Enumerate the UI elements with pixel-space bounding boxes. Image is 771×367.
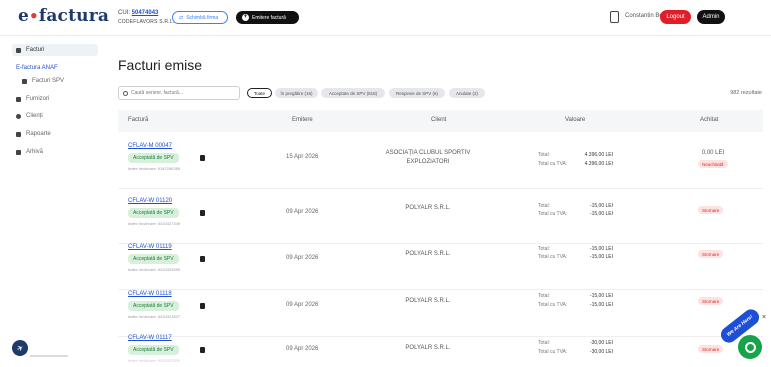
total-vat-value: -15,00 LEI bbox=[589, 254, 613, 260]
column-value[interactable]: Valoare bbox=[565, 117, 585, 123]
chat-button[interactable] bbox=[738, 335, 762, 359]
filter-rejected[interactable]: Respinse de SPV (6) bbox=[389, 88, 445, 98]
company-info: CUI: 50474043 CODEFLAVORS S.R.L. bbox=[118, 10, 175, 25]
table-row[interactable]: CFLAV-M 00047 Acceptată de SPV Index înc… bbox=[118, 134, 763, 189]
status-badge: Acceptată de SPV bbox=[128, 254, 179, 264]
upload-index: Index încărcare: 6347196389 bbox=[128, 166, 181, 171]
scroll-fade bbox=[118, 354, 763, 367]
status-badge: Acceptată de SPV bbox=[128, 208, 179, 218]
download-icon[interactable] bbox=[200, 210, 205, 216]
total-label: Total: bbox=[538, 203, 550, 209]
total-value: 4.396,00 LEI bbox=[584, 152, 613, 158]
sidebar-item-facturi-spv[interactable]: Facturi SPV bbox=[18, 75, 98, 87]
company-name: CODEFLAVORS S.R.L. bbox=[118, 19, 175, 25]
swap-icon: ⇄ bbox=[179, 14, 184, 21]
client-name: POLYALR S.R.L. bbox=[405, 251, 451, 257]
search-input[interactable]: Caută serienr, factură... bbox=[118, 86, 240, 100]
cui-link[interactable]: 50474043 bbox=[132, 10, 159, 16]
paid-status-badge: Neachitată bbox=[698, 160, 728, 168]
total-vat-value: -15,00 LEI bbox=[589, 211, 613, 217]
column-paid[interactable]: Achitat bbox=[700, 117, 718, 123]
download-icon[interactable] bbox=[200, 155, 205, 161]
sidebar-section-efactura[interactable]: E-factura ANAF bbox=[16, 65, 58, 71]
total-label: Total: bbox=[538, 293, 550, 299]
invoice-icon bbox=[22, 78, 27, 84]
download-icon[interactable] bbox=[200, 347, 205, 353]
upload-index: Index încărcare: 6334323827 bbox=[128, 314, 181, 319]
sidebar-item-facturi[interactable]: Facturi bbox=[12, 44, 98, 56]
total-vat-value: -15,00 LEI bbox=[589, 302, 613, 308]
column-client[interactable]: Client bbox=[431, 117, 446, 123]
archive-icon bbox=[16, 149, 21, 155]
issue-date: 09 Apr 2026 bbox=[286, 346, 319, 352]
sidebar-item-clienti[interactable]: Clienți bbox=[12, 110, 98, 122]
total-label: Total: bbox=[538, 152, 550, 158]
plus-icon: + bbox=[242, 14, 249, 21]
invoice-number-link[interactable]: CFLAV-W 01117 bbox=[128, 335, 172, 341]
user-icon bbox=[610, 11, 619, 23]
logout-button[interactable]: Logout bbox=[660, 10, 691, 24]
total-value: -30,00 LEI bbox=[589, 340, 613, 346]
search-icon bbox=[123, 90, 128, 96]
table-header: Factură Emitere Client Valoare Achitat bbox=[118, 110, 763, 132]
filter-all[interactable]: Toate bbox=[247, 88, 272, 98]
total-value: -15,00 LEI bbox=[589, 293, 613, 299]
truck-icon bbox=[16, 96, 21, 102]
invoice-number-link[interactable]: CFLAV-W 01120 bbox=[128, 198, 172, 204]
invoice-number-link[interactable]: CFLAV-W 01119 bbox=[128, 244, 172, 250]
paid-amount: 0,00 LEI bbox=[701, 150, 725, 156]
admin-button[interactable]: Admin bbox=[697, 10, 725, 24]
client-name: POLYALR S.R.L. bbox=[405, 205, 451, 211]
issue-date: 09 Apr 2026 bbox=[286, 302, 319, 308]
upload-index: Index încărcare: 6334327449 bbox=[128, 221, 181, 226]
document-icon bbox=[16, 47, 21, 53]
total-vat-label: Total cu TVA: bbox=[538, 254, 568, 260]
upload-index: Index încărcare: 6334325559 bbox=[128, 267, 181, 272]
sidebar-item-furnizori[interactable]: Furnizori bbox=[12, 93, 98, 105]
total-label: Total: bbox=[538, 246, 550, 252]
client-name: POLYALR S.R.L. bbox=[405, 345, 451, 351]
total-value: -15,00 LEI bbox=[589, 246, 613, 252]
total-vat-label: Total cu TVA: bbox=[538, 302, 568, 308]
top-header: e•factura CUI: 50474043 CODEFLAVORS S.R.… bbox=[0, 0, 771, 36]
close-chat-icon[interactable]: × bbox=[762, 314, 766, 321]
total-value: -15,00 LEI bbox=[589, 203, 613, 209]
status-badge: Acceptată de SPV bbox=[128, 153, 179, 163]
efactura-logo[interactable]: e•factura bbox=[18, 6, 109, 26]
chart-icon bbox=[16, 131, 21, 137]
total-vat-label: Total cu TVA: bbox=[538, 211, 568, 217]
total-vat-label: Total cu TVA: bbox=[538, 161, 568, 167]
paid-status-badge: Stornare bbox=[698, 206, 724, 214]
filter-canceled[interactable]: Anulate (2) bbox=[449, 88, 485, 98]
column-issued[interactable]: Emitere bbox=[292, 117, 313, 123]
chat-bubble-icon bbox=[744, 341, 756, 353]
invoice-number-link[interactable]: CFLAV-M 00047 bbox=[128, 143, 172, 149]
emit-invoice-button[interactable]: + Emitere factură bbox=[236, 11, 299, 24]
change-company-button[interactable]: ⇄ Schimbă firma bbox=[172, 11, 228, 24]
client-name: ASOCIAȚIA CLUBUL SPORTIV EXPLOZIATORI bbox=[385, 150, 471, 165]
total-vat-value: 4.396,00 LEI bbox=[584, 161, 613, 167]
paid-status-badge: Stornare bbox=[698, 297, 724, 305]
download-icon[interactable] bbox=[200, 256, 205, 262]
invoice-number-link[interactable]: CFLAV-W 01118 bbox=[128, 291, 172, 297]
column-invoice[interactable]: Factură bbox=[128, 117, 148, 123]
results-count: 982 rezultate bbox=[730, 90, 762, 96]
people-icon bbox=[16, 113, 21, 119]
sidebar-scroll-indicator bbox=[30, 355, 68, 357]
download-icon[interactable] bbox=[200, 303, 205, 309]
sidebar-item-rapoarte[interactable]: Rapoarte bbox=[12, 128, 98, 140]
paid-status-badge: Stornare bbox=[698, 250, 724, 258]
status-badge: Acceptată de SPV bbox=[128, 301, 179, 311]
sidebar-item-arhiva[interactable]: Arhivă bbox=[12, 146, 98, 158]
sidebar: Facturi E-factura ANAF Facturi SPV Furni… bbox=[0, 36, 102, 367]
issue-date: 09 Apr 2026 bbox=[286, 209, 319, 215]
client-name: POLYALR S.R.L. bbox=[405, 298, 451, 304]
page-title: Facturi emise bbox=[118, 57, 203, 73]
issue-date: 09 Apr 2026 bbox=[286, 255, 319, 261]
issue-date: 15 Apr 2026 bbox=[286, 154, 319, 160]
filter-accepted[interactable]: Acceptate de SPV (818) bbox=[321, 88, 385, 98]
total-label: Total: bbox=[538, 340, 550, 346]
filter-preparing[interactable]: În pregătire (16) bbox=[275, 88, 318, 98]
paid-status-badge: Stornare bbox=[698, 345, 724, 353]
